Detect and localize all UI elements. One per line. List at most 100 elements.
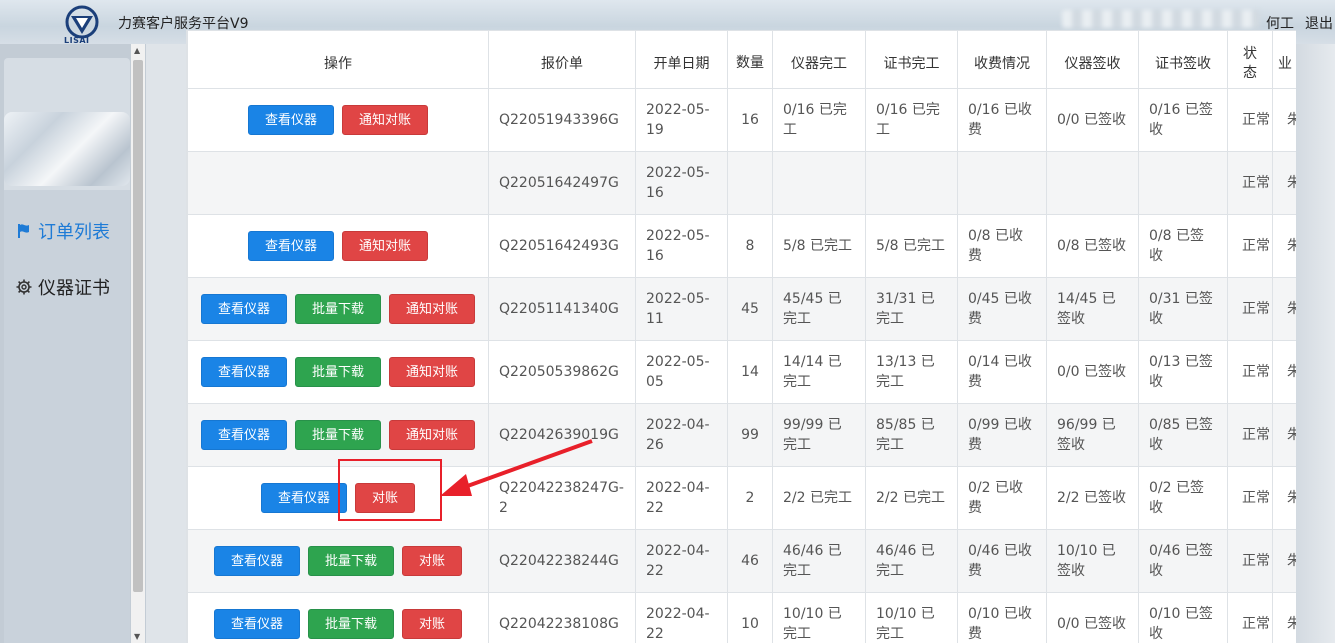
table-body: 查看仪器 通知对账 Q22051943396G 2022-05-19 16 0/16 已完… [187, 88, 1296, 643]
inst-sign-cell: 0/0 已签收 [1046, 88, 1139, 152]
fee-cell: 0/2 已收费 [957, 466, 1047, 530]
fee-cell: 0/46 已收费 [957, 529, 1047, 593]
view-instruments-button[interactable]: 查看仪器 [260, 483, 347, 513]
actions-cell: 查看仪器 批量下载 对账 [187, 592, 489, 643]
col-header-date[interactable]: 开单日期 [635, 30, 728, 89]
inst-done-cell: 14/14 已完工 [772, 340, 866, 404]
date-cell: 2022-05-16 [635, 214, 728, 278]
fee-cell [957, 151, 1047, 215]
view-instruments-button[interactable]: 查看仪器 [200, 357, 287, 387]
orders-panel: 操作 报价单 开单日期 数量 仪器完工 证书完工 收费情况 仪器签收 证书签收 … [186, 30, 1296, 643]
table-row: 查看仪器 批量下载 对账 Q22042238108G 2022-04-22 10 10/10… [187, 592, 1296, 643]
batch-download-button[interactable]: 批量下载 [294, 420, 381, 450]
quote-cell: Q22051642497G [488, 151, 636, 215]
table-row: 查看仪器 通知对账 Q22051642493G 2022-05-16 8 5/8 已完工 5… [187, 214, 1296, 278]
cert-sign-cell: 0/46 已签收 [1138, 529, 1228, 593]
biz-cell: 朱 [1272, 466, 1296, 530]
inst-done-cell [772, 151, 866, 215]
view-instruments-button[interactable]: 查看仪器 [213, 546, 300, 576]
col-header-inst-done[interactable]: 仪器完工 [772, 30, 866, 89]
actions-cell: 查看仪器 批量下载 通知对账 [187, 277, 489, 341]
inst-done-cell: 0/16 已完工 [772, 88, 866, 152]
status-cell: 正常 [1227, 88, 1273, 152]
fee-cell: 0/16 已收费 [957, 88, 1047, 152]
table-row: 查看仪器 批量下载 通知对账 Q22051141340G 2022-05-11 45 45/… [187, 277, 1296, 341]
inst-done-cell: 5/8 已完工 [772, 214, 866, 278]
actions-cell [187, 151, 489, 215]
view-instruments-button[interactable]: 查看仪器 [247, 105, 334, 135]
table-row: 查看仪器 批量下载 对账 Q22042238244G 2022-04-22 46 46/46… [187, 529, 1296, 593]
batch-download-button[interactable]: 批量下载 [307, 546, 394, 576]
qty-cell: 46 [727, 529, 773, 593]
biz-cell: 朱 [1272, 403, 1296, 467]
qty-cell: 45 [727, 277, 773, 341]
col-header-inst-sign[interactable]: 仪器签收 [1046, 30, 1139, 89]
sidebar-item-certificates[interactable]: 仪器证书 [16, 274, 110, 300]
qty-cell: 8 [727, 214, 773, 278]
col-header-quote[interactable]: 报价单 [488, 30, 636, 89]
actions-cell: 查看仪器 批量下载 对账 [187, 529, 489, 593]
cert-done-cell: 10/10 已完工 [865, 592, 958, 643]
table-row: 查看仪器 对账 Q22042238247G-2 2022-04-22 2 2/2 已完工 2… [187, 466, 1296, 530]
batch-download-button[interactable]: 批量下载 [307, 609, 394, 639]
view-instruments-button[interactable]: 查看仪器 [200, 420, 287, 450]
status-cell: 正常 [1227, 592, 1273, 643]
notify-reconcile-button[interactable]: 通知对账 [342, 105, 429, 135]
status-cell: 正常 [1227, 466, 1273, 530]
col-header-cert-done[interactable]: 证书完工 [865, 30, 958, 89]
biz-cell: 朱 [1272, 529, 1296, 593]
notify-reconcile-button[interactable]: 通知对账 [389, 357, 476, 387]
quote-cell: Q22050539862G [488, 340, 636, 404]
sidebar-item-label: 仪器证书 [38, 278, 110, 299]
actions-cell: 查看仪器 批量下载 通知对账 [187, 340, 489, 404]
view-instruments-button[interactable]: 查看仪器 [213, 609, 300, 639]
quote-cell: Q22051141340G [488, 277, 636, 341]
inst-sign-cell: 0/0 已签收 [1046, 592, 1139, 643]
date-cell: 2022-05-11 [635, 277, 728, 341]
inst-sign-cell: 0/8 已签收 [1046, 214, 1139, 278]
col-header-fee[interactable]: 收费情况 [957, 30, 1047, 89]
table-row: 查看仪器 通知对账 Q22051943396G 2022-05-19 16 0/16 已完… [187, 88, 1296, 152]
sidebar-item-orders[interactable]: 订单列表 [16, 218, 110, 244]
reconcile-button[interactable]: 对账 [355, 483, 416, 513]
view-instruments-button[interactable]: 查看仪器 [200, 294, 287, 324]
notify-reconcile-button[interactable]: 通知对账 [389, 420, 476, 450]
quote-cell: Q22051943396G [488, 88, 636, 152]
cert-sign-cell: 0/31 已签收 [1138, 277, 1228, 341]
status-cell: 正常 [1227, 151, 1273, 215]
right-edge-strip [1296, 44, 1335, 643]
cert-sign-cell: 0/85 已签收 [1138, 403, 1228, 467]
scroll-up-arrow-icon[interactable]: ▲ [134, 46, 140, 55]
table-row: 查看仪器 批量下载 通知对账 Q22042639019G 2022-04-26 99 99/… [187, 403, 1296, 467]
cert-done-cell: 46/46 已完工 [865, 529, 958, 593]
col-header-status[interactable]: 状态 [1227, 30, 1273, 89]
batch-download-button[interactable]: 批量下载 [294, 357, 381, 387]
batch-download-button[interactable]: 批量下载 [294, 294, 381, 324]
date-cell: 2022-05-05 [635, 340, 728, 404]
inst-done-cell: 2/2 已完工 [772, 466, 866, 530]
cert-sign-cell: 0/10 已签收 [1138, 592, 1228, 643]
date-cell: 2022-04-22 [635, 529, 728, 593]
view-instruments-button[interactable]: 查看仪器 [247, 231, 334, 261]
inst-sign-cell: 14/45 已签收 [1046, 277, 1139, 341]
notify-reconcile-button[interactable]: 通知对账 [389, 294, 476, 324]
notify-reconcile-button[interactable]: 通知对账 [342, 231, 429, 261]
cert-done-cell: 31/31 已完工 [865, 277, 958, 341]
inst-done-cell: 10/10 已完工 [772, 592, 866, 643]
logout-link[interactable]: 退出 [1305, 13, 1333, 33]
gear-icon [16, 279, 32, 295]
fee-cell: 0/14 已收费 [957, 340, 1047, 404]
qty-cell: 99 [727, 403, 773, 467]
col-header-qty[interactable]: 数量 [727, 30, 773, 89]
col-header-cert-sign[interactable]: 证书签收 [1138, 30, 1228, 89]
sidebar-scrollbar[interactable]: ▲ ▼ [131, 44, 145, 643]
scroll-down-arrow-icon[interactable]: ▼ [134, 632, 140, 641]
reconcile-button[interactable]: 对账 [402, 546, 463, 576]
reconcile-button[interactable]: 对账 [402, 609, 463, 639]
col-header-biz[interactable]: 业 [1272, 30, 1296, 89]
table-row: 查看仪器 批量下载 通知对账 Q22050539862G 2022-05-05 14 14/… [187, 340, 1296, 404]
biz-cell: 朱 [1272, 151, 1296, 215]
cert-done-cell: 0/16 已完工 [865, 88, 958, 152]
quote-cell: Q22042238108G [488, 592, 636, 643]
scroll-thumb[interactable] [133, 60, 143, 592]
